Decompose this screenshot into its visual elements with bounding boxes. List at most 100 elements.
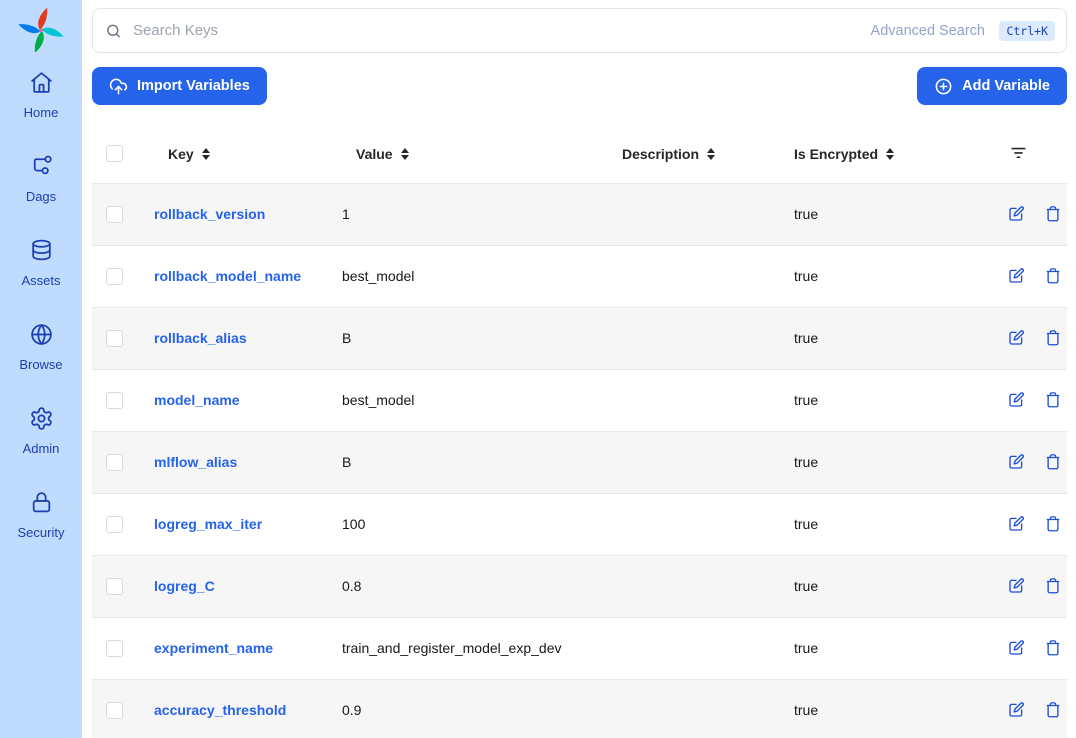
variable-is-encrypted: true [780, 369, 973, 431]
delete-variable-button[interactable] [1044, 453, 1062, 471]
table-row: logreg_C 0.8 true [92, 555, 1067, 617]
table-row: experiment_name train_and_register_model… [92, 617, 1067, 679]
variable-key-link[interactable]: mlflow_alias [154, 454, 237, 470]
lock-icon [29, 490, 54, 520]
edit-variable-button[interactable] [1007, 267, 1025, 285]
row-actions [987, 432, 1055, 493]
edit-variable-button[interactable] [1007, 515, 1025, 533]
search-bar: Advanced Search Ctrl+K [92, 8, 1067, 53]
column-header-value[interactable]: Value [328, 125, 608, 183]
sidebar-item-home[interactable]: Home [18, 70, 65, 120]
variable-value: train_and_register_model_exp_dev [328, 617, 608, 679]
delete-variable-button[interactable] [1044, 701, 1062, 719]
delete-variable-button[interactable] [1044, 391, 1062, 409]
variable-value: 100 [328, 493, 608, 555]
sort-icon[interactable] [401, 148, 409, 160]
variable-key-link[interactable]: logreg_C [154, 578, 215, 594]
edit-variable-button[interactable] [1007, 453, 1025, 471]
delete-variable-button[interactable] [1044, 267, 1062, 285]
variable-value: best_model [328, 245, 608, 307]
variable-description [608, 369, 780, 431]
table-row: logreg_max_iter 100 true [92, 493, 1067, 555]
variable-value: B [328, 431, 608, 493]
variable-key-link[interactable]: experiment_name [154, 640, 273, 656]
variable-value: B [328, 307, 608, 369]
edit-variable-button[interactable] [1007, 577, 1025, 595]
app-window: Home Dags Assets [0, 0, 1076, 738]
table-row: rollback_version 1 true [92, 183, 1067, 245]
trash-icon [1044, 577, 1062, 595]
sort-icon[interactable] [202, 148, 210, 160]
variable-key-link[interactable]: logreg_max_iter [154, 516, 262, 532]
variable-value: best_model [328, 369, 608, 431]
edit-variable-button[interactable] [1007, 391, 1025, 409]
edit-pencil-icon [1007, 577, 1025, 595]
column-label: Description [622, 146, 699, 162]
variable-is-encrypted: true [780, 245, 973, 307]
row-checkbox[interactable] [106, 206, 123, 223]
row-checkbox[interactable] [106, 268, 123, 285]
variables-table: Key Value Description Is Encrypted [92, 125, 1067, 738]
row-checkbox[interactable] [106, 640, 123, 657]
row-checkbox[interactable] [106, 516, 123, 533]
variable-description [608, 555, 780, 617]
variable-key-link[interactable]: rollback_model_name [154, 268, 301, 284]
trash-icon [1044, 701, 1062, 719]
database-icon [29, 238, 54, 268]
add-variable-button[interactable]: Add Variable [917, 67, 1067, 105]
sidebar-item-browse[interactable]: Browse [18, 322, 65, 372]
row-actions [987, 370, 1055, 431]
variable-is-encrypted: true [780, 555, 973, 617]
column-header-description[interactable]: Description [608, 125, 780, 183]
column-header-is-encrypted[interactable]: Is Encrypted [780, 125, 973, 183]
edit-variable-button[interactable] [1007, 701, 1025, 719]
delete-variable-button[interactable] [1044, 205, 1062, 223]
sidebar-nav: Home Dags Assets [18, 70, 65, 540]
sidebar-item-admin[interactable]: Admin [18, 406, 65, 456]
trash-icon [1044, 267, 1062, 285]
variable-key-link[interactable]: model_name [154, 392, 240, 408]
trash-icon [1044, 639, 1062, 657]
edit-variable-button[interactable] [1007, 329, 1025, 347]
row-checkbox[interactable] [106, 578, 123, 595]
table-row: rollback_model_name best_model true [92, 245, 1067, 307]
row-actions [987, 308, 1055, 369]
sidebar-item-label: Security [18, 525, 65, 540]
variable-key-link[interactable]: accuracy_threshold [154, 702, 286, 718]
edit-variable-button[interactable] [1007, 639, 1025, 657]
delete-variable-button[interactable] [1044, 639, 1062, 657]
delete-variable-button[interactable] [1044, 329, 1062, 347]
import-variables-button[interactable]: Import Variables [92, 67, 267, 105]
globe-icon [29, 322, 54, 352]
variable-key-link[interactable]: rollback_version [154, 206, 265, 222]
sort-icon[interactable] [707, 148, 715, 160]
sidebar-item-label: Browse [19, 357, 62, 372]
sidebar-item-dags[interactable]: Dags [18, 154, 65, 204]
row-checkbox[interactable] [106, 702, 123, 719]
trash-icon [1044, 391, 1062, 409]
airflow-logo[interactable] [17, 8, 65, 52]
filter-icon[interactable] [1009, 143, 1028, 162]
variable-is-encrypted: true [780, 493, 973, 555]
column-header-key[interactable]: Key [140, 125, 328, 183]
variable-key-link[interactable]: rollback_alias [154, 330, 247, 346]
select-all-checkbox[interactable] [106, 145, 123, 162]
sidebar-item-assets[interactable]: Assets [18, 238, 65, 288]
variable-is-encrypted: true [780, 617, 973, 679]
sidebar-item-security[interactable]: Security [18, 490, 65, 540]
row-checkbox[interactable] [106, 454, 123, 471]
variable-description [608, 431, 780, 493]
edit-pencil-icon [1007, 329, 1025, 347]
trash-icon [1044, 205, 1062, 223]
delete-variable-button[interactable] [1044, 577, 1062, 595]
sidebar-item-label: Assets [21, 273, 60, 288]
trash-icon [1044, 515, 1062, 533]
advanced-search-link[interactable]: Advanced Search [871, 23, 985, 39]
plus-circle-icon [934, 77, 953, 96]
sidebar: Home Dags Assets [0, 0, 82, 738]
row-checkbox[interactable] [106, 330, 123, 347]
sort-icon[interactable] [886, 148, 894, 160]
edit-variable-button[interactable] [1007, 205, 1025, 223]
row-checkbox[interactable] [106, 392, 123, 409]
delete-variable-button[interactable] [1044, 515, 1062, 533]
